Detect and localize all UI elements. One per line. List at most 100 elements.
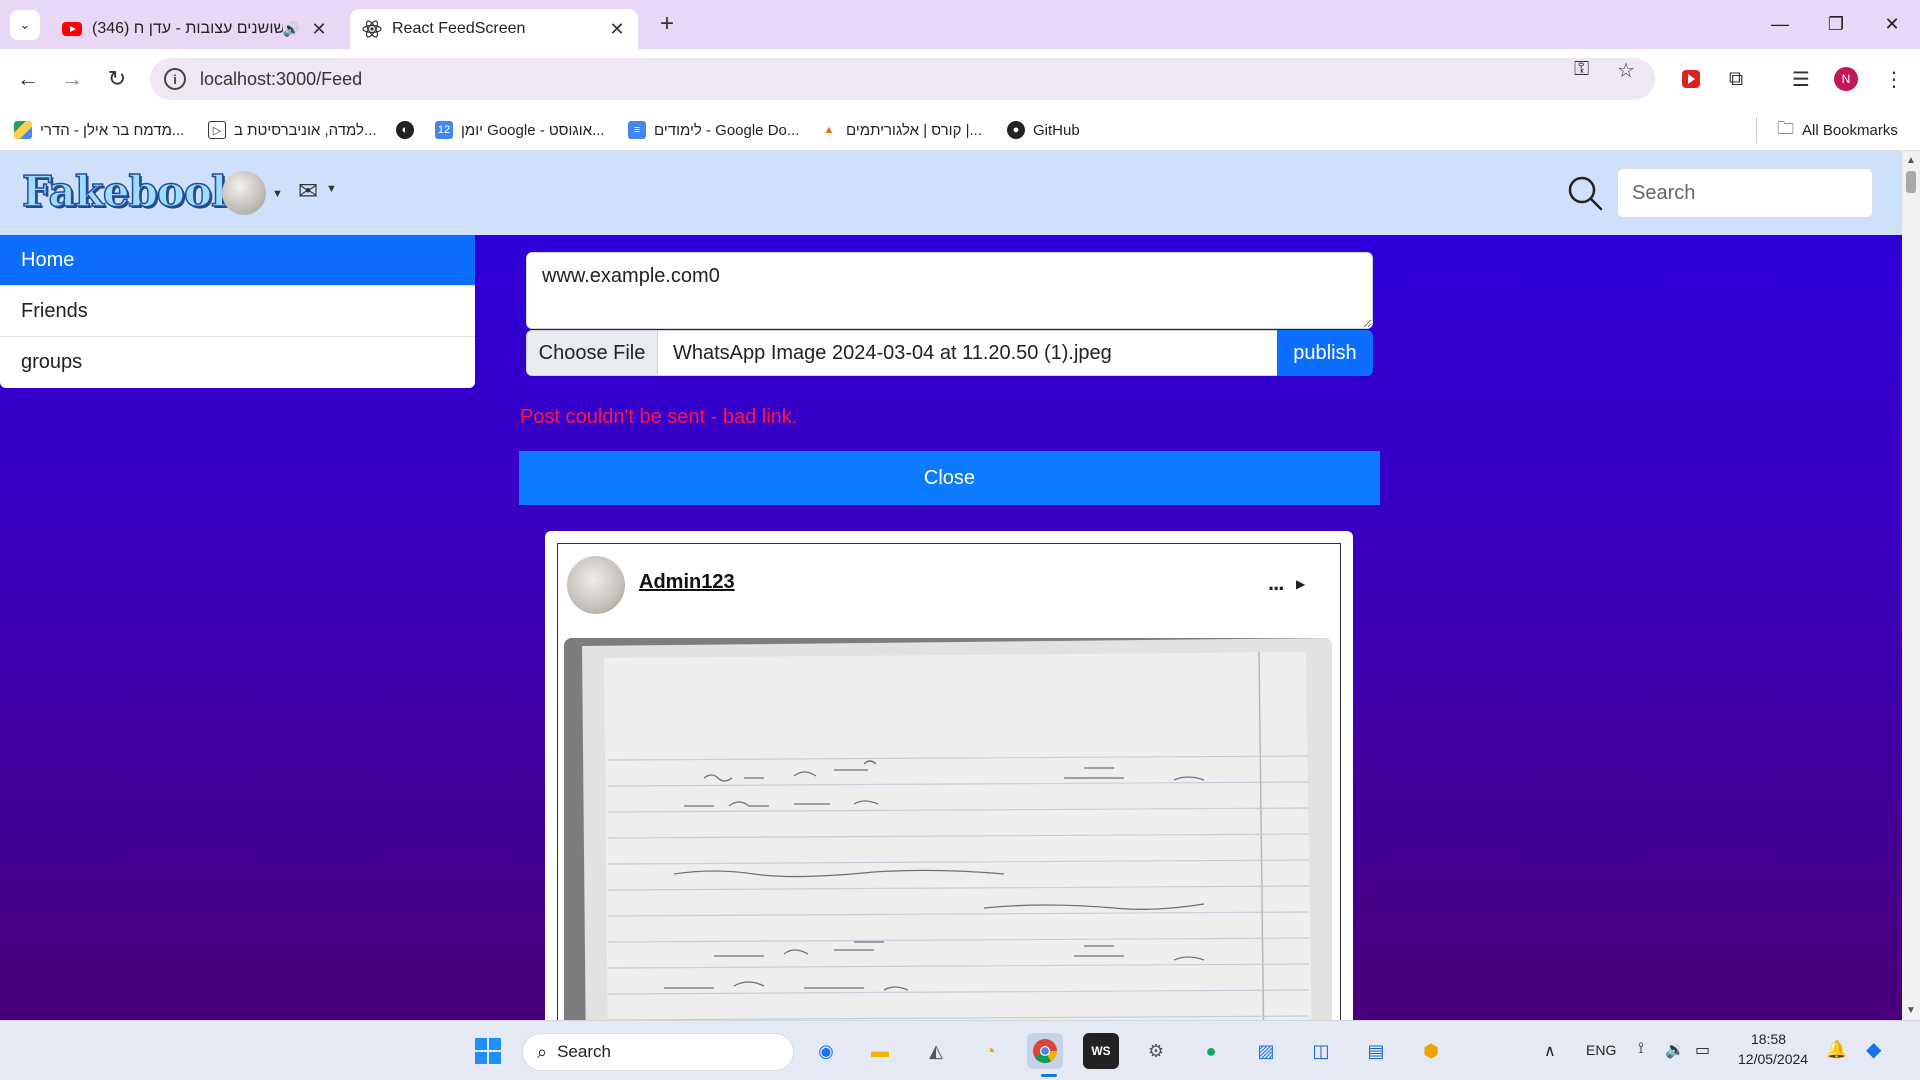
network-app-icon[interactable]: ⬢ (1413, 1033, 1449, 1069)
language-indicator[interactable]: ENG (1586, 1042, 1616, 1058)
mail-icon[interactable]: ✉ (298, 177, 318, 206)
bookmark-item[interactable]: ▷ למדה, אוניברסיטת ב... (208, 117, 377, 143)
file-upload-row: Choose File WhatsApp Image 2024-03-04 at… (526, 330, 1373, 378)
post-options-icon[interactable]: ... (1268, 570, 1284, 596)
page-viewport: Fakebook ▼ ✉ ▼ Home Friends groups www.e… (0, 151, 1902, 1020)
bookmark-star-icon[interactable]: ☆ (1617, 58, 1635, 83)
sidebar-menu: Home Friends groups (0, 235, 475, 388)
bookmark-label: קורס | אלגוריתמים |... (846, 121, 983, 139)
url-text[interactable]: localhost:3000/Feed (200, 69, 362, 90)
new-tab-button[interactable]: + (652, 10, 682, 40)
close-button[interactable]: Close (519, 451, 1380, 505)
user-avatar[interactable] (222, 171, 266, 215)
photos-icon[interactable]: ▨ (1248, 1033, 1284, 1069)
author-avatar[interactable] (567, 556, 625, 614)
post-composer: www.example.com0 Choose File WhatsApp Im… (526, 252, 1373, 376)
sidebar-item-friends[interactable]: Friends (0, 286, 475, 337)
choose-file-button[interactable]: Choose File (526, 330, 658, 376)
windows-start-icon[interactable] (470, 1033, 506, 1069)
active-indicator (1041, 1074, 1057, 1077)
tab-react-feedscreen[interactable]: React FeedScreen ✕ (350, 9, 638, 49)
tab-youtube[interactable]: (346) שושנים עצובות - עדן ח 🔊 ✕ (50, 9, 340, 49)
address-bar[interactable]: i localhost:3000/Feed (150, 58, 1655, 100)
monitor-app-icon[interactable]: ◫ (1303, 1033, 1339, 1069)
profile-initial: N (1834, 67, 1858, 91)
extensions-icon[interactable]: ⧉ (1720, 63, 1752, 95)
clock-date[interactable]: 12/05/2024 (1738, 1051, 1808, 1067)
site-info-icon[interactable]: i (164, 68, 186, 90)
back-icon[interactable]: ← (12, 63, 44, 95)
notepad-icon[interactable]: ▤ (1358, 1033, 1394, 1069)
app-icon[interactable]: ◭ (918, 1033, 954, 1069)
bookmark-item[interactable]: ● GitHub (1007, 117, 1080, 143)
clock-app-icon[interactable]: ◔ (972, 1033, 1008, 1069)
reload-icon[interactable]: ↻ (101, 63, 133, 95)
media-control-icon[interactable]: ☰ (1785, 63, 1817, 95)
caret-down-icon[interactable]: ▼ (326, 183, 337, 195)
course-icon: ▲ (820, 121, 838, 139)
sidebar-item-home[interactable]: Home (0, 235, 475, 286)
chrome-icon[interactable] (1027, 1033, 1063, 1069)
password-key-icon[interactable]: ⚿ (1574, 58, 1589, 81)
forward-icon[interactable]: → (56, 63, 88, 95)
tab-search-button[interactable]: ⌄ (10, 10, 40, 40)
copilot-icon[interactable]: ◆ (1866, 1037, 1881, 1062)
chevron-down-icon: ⌄ (19, 17, 31, 32)
profile-avatar[interactable]: N (1830, 63, 1862, 95)
youtube-icon (62, 19, 82, 39)
speaker-icon[interactable]: 🔊 (283, 21, 300, 38)
error-message: Post couldn't be sent - bad link. (520, 406, 798, 428)
webstorm-icon[interactable]: WS (1083, 1033, 1119, 1069)
windows-taskbar: ⌕ Search ◉ ▬ ◭ ◔ WS ⚙ ● ▨ ◫ ▤ ⬢ ∧ ENG ⟟ … (0, 1020, 1920, 1080)
handwritten-notes-photo (564, 638, 1332, 1020)
edge-icon[interactable]: ◉ (808, 1033, 844, 1069)
search-icon[interactable] (1565, 173, 1605, 213)
taskbar-search[interactable]: ⌕ Search (522, 1033, 794, 1071)
caret-down-icon[interactable]: ▼ (272, 188, 283, 200)
bookmark-item[interactable]: 12 יומן Google - אוגוסט... (435, 117, 605, 143)
close-window-icon[interactable]: ✕ (1864, 0, 1920, 49)
bookmark-item[interactable]: ◐ (396, 117, 422, 143)
search-input[interactable] (1617, 168, 1873, 218)
sidebar-item-groups[interactable]: groups (0, 337, 475, 388)
minimize-icon[interactable]: — (1752, 0, 1808, 49)
bookmark-label: מדמח בר אילן - הדרי... (40, 121, 185, 139)
google-docs-icon: ≡ (628, 121, 646, 139)
bookmark-item[interactable]: ▲ קורס | אלגוריתמים |... (820, 117, 982, 143)
scroll-up-icon[interactable]: ▲ (1906, 155, 1916, 166)
post-author-link[interactable]: Admin123 (639, 571, 735, 594)
google-drive-icon (14, 121, 32, 139)
tray-chevron-icon[interactable]: ∧ (1544, 1041, 1556, 1061)
close-tab-icon[interactable]: ✕ (604, 19, 630, 40)
all-bookmarks[interactable]: 🗀 All Bookmarks (1756, 117, 1898, 143)
bookmark-label: למדה, אוניברסיטת ב... (234, 121, 377, 139)
page-scrollbar[interactable]: ▲ ▼ (1902, 151, 1920, 1020)
clock-time[interactable]: 18:58 (1751, 1031, 1786, 1047)
battery-icon[interactable]: ▭ (1695, 1040, 1710, 1060)
folder-icon: 🗀 (1777, 118, 1794, 138)
publish-button[interactable]: publish (1277, 330, 1373, 376)
bookmark-label: יומן Google - אוגוסט... (461, 121, 605, 139)
restore-icon[interactable]: ❐ (1808, 0, 1864, 49)
mongodb-icon[interactable]: ● (1193, 1033, 1229, 1069)
scroll-thumb[interactable] (1906, 171, 1916, 193)
extension-red-icon[interactable] (1675, 63, 1707, 95)
file-explorer-icon[interactable]: ▬ (862, 1033, 898, 1069)
taskbar-search-label: Search (557, 1042, 611, 1061)
volume-icon[interactable]: 🔉 (1665, 1040, 1685, 1060)
all-bookmarks-label: All Bookmarks (1802, 121, 1898, 139)
search-icon: ⌕ (537, 1041, 548, 1062)
selected-file-name[interactable]: WhatsApp Image 2024-03-04 at 11.20.50 (1… (658, 330, 1279, 376)
chrome-menu-icon[interactable]: ⋮ (1878, 63, 1910, 95)
settings-gear-icon[interactable]: ⚙ (1138, 1033, 1174, 1069)
bookmark-item[interactable]: מדמח בר אילן - הדרי... (14, 117, 184, 143)
post-body: Admin123 ... ▶ (557, 543, 1341, 1020)
caret-right-icon[interactable]: ▶ (1296, 577, 1305, 591)
app-logo[interactable]: Fakebook (21, 166, 241, 217)
scroll-down-icon[interactable]: ▼ (1906, 1005, 1916, 1016)
bookmark-item[interactable]: ≡ לימודים - Google Do... (628, 117, 799, 143)
close-tab-icon[interactable]: ✕ (306, 19, 332, 40)
notification-bell-icon[interactable]: 🔔 (1826, 1040, 1847, 1060)
wifi-icon[interactable]: ⟟ (1638, 1040, 1644, 1058)
post-text-input[interactable]: www.example.com0 (526, 252, 1373, 329)
